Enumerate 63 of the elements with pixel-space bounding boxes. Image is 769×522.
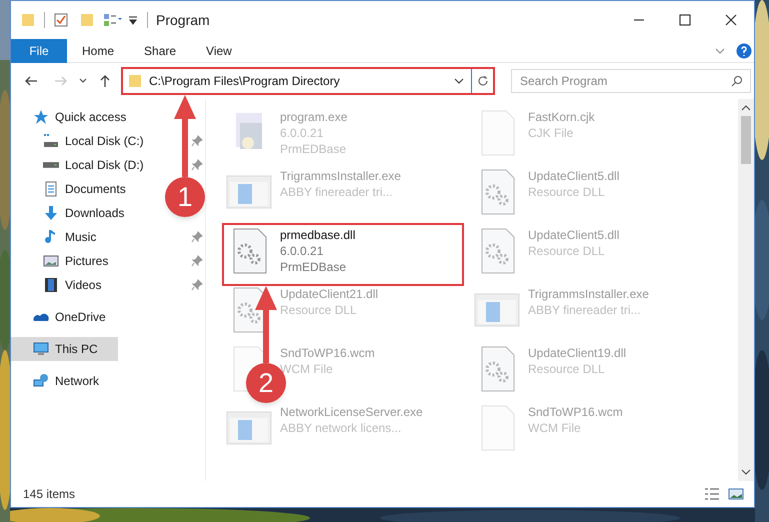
help-icon[interactable] <box>736 42 752 58</box>
file-detail: WCM File <box>528 420 582 436</box>
close-icon <box>725 14 737 26</box>
pin-icon[interactable] <box>191 159 203 171</box>
sidebar-item[interactable]: Network <box>33 369 108 393</box>
large-icons-view-icon[interactable] <box>728 486 744 502</box>
window-title: Program <box>156 10 210 30</box>
ribbon-tab[interactable]: View <box>191 38 247 62</box>
file-detail: ABBY finereader tri... <box>528 302 642 318</box>
address-path: C:\Program Files\Program Directory <box>149 73 341 90</box>
file-detail: Resource DLL <box>528 184 606 200</box>
picture-icon <box>43 253 59 269</box>
address-bar[interactable]: C:\Program Files\Program Directory <box>121 67 495 95</box>
file-detail: ABBY finereader tri... <box>280 184 394 200</box>
pin-icon[interactable] <box>191 135 203 147</box>
sidebar-item[interactable]: Downloads <box>43 201 132 225</box>
sidebar-item[interactable]: OneDrive <box>33 305 114 329</box>
network-icon <box>33 373 49 389</box>
ribbon-tab[interactable]: File <box>11 38 67 62</box>
file-detail: CJK File <box>528 125 574 141</box>
document-icon <box>43 181 59 197</box>
drive-icon <box>43 162 59 168</box>
sidebar-item[interactable]: Music <box>43 225 104 249</box>
ribbon-tab[interactable]: Share <box>129 38 192 62</box>
drive-icon <box>43 133 59 149</box>
scrollbar-thumb[interactable] <box>741 116 751 164</box>
properties-icon[interactable] <box>103 12 123 28</box>
sidebar-item[interactable]: Pictures <box>43 249 116 273</box>
scrollbar[interactable] <box>738 99 754 481</box>
search-field[interactable]: Search Program <box>511 69 751 93</box>
sidebar-item[interactable]: Videos <box>43 273 110 297</box>
chevron-down-icon[interactable] <box>79 77 87 85</box>
pin-icon[interactable] <box>191 231 203 243</box>
sidebar-item[interactable]: Local Disk (C:) <box>43 129 152 153</box>
ribbon-tab[interactable]: Home <box>67 38 130 62</box>
item-count: 145 items <box>23 486 76 503</box>
file-detail: ABBY network licens... <box>280 420 402 436</box>
sidebar-item[interactable]: Local Disk (D:) <box>43 153 152 177</box>
file-name[interactable]: prmedbase.dll <box>280 227 356 243</box>
file-detail: 6.0.0.21 <box>280 243 324 259</box>
file-detail: Resource DLL <box>280 302 358 318</box>
sidebar-item[interactable]: This PC <box>11 337 118 361</box>
checkmark-icon[interactable] <box>53 12 69 28</box>
download-icon <box>43 205 59 221</box>
search-icon[interactable] <box>731 75 743 87</box>
sidebar-item[interactable]: Documents <box>43 177 134 201</box>
file-detail: PrmEDBase <box>280 259 348 275</box>
monitor-icon <box>33 341 49 357</box>
file-detail: Resource DLL <box>528 361 606 377</box>
file-detail: 6.0.0.21 <box>280 125 324 141</box>
pin-icon[interactable] <box>191 255 203 267</box>
star-icon <box>33 109 49 125</box>
file-detail: PrmEDBase <box>280 141 348 157</box>
sidebar-item[interactable]: Quick access <box>33 105 134 129</box>
pin-icon[interactable] <box>191 279 203 291</box>
details-view-icon[interactable] <box>704 486 720 502</box>
refresh-icon <box>476 75 488 87</box>
customize-toolbar-icon[interactable] <box>127 14 139 26</box>
film-icon <box>43 277 59 293</box>
file-detail: Resource DLL <box>528 243 606 259</box>
file-detail: WCM File <box>280 361 334 377</box>
maximize-icon <box>679 14 691 26</box>
folder-icon <box>127 73 143 89</box>
